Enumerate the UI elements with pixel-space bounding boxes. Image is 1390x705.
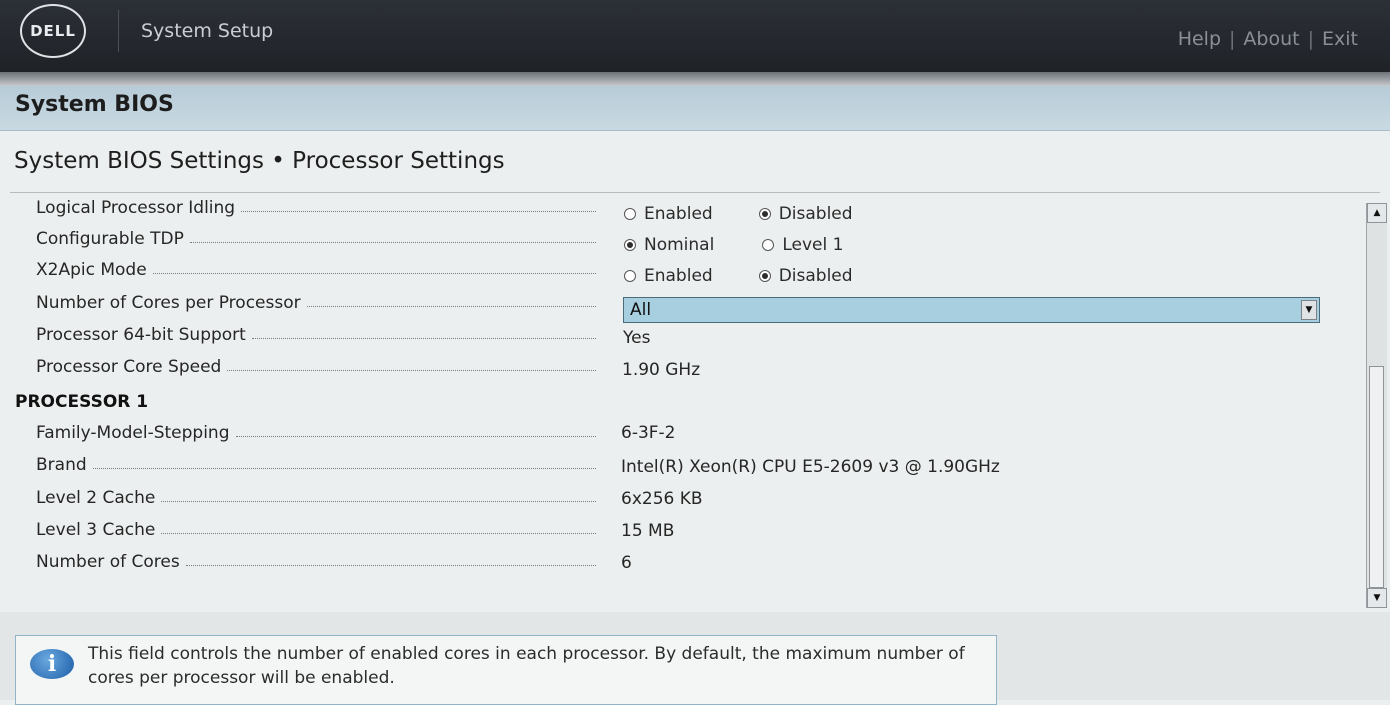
scroll-thumb[interactable] — [1369, 366, 1384, 588]
setting-value: Yes — [623, 328, 651, 348]
help-box: i This field controls the number of enab… — [15, 635, 997, 705]
breadcrumb-divider — [10, 192, 1380, 193]
setting-value: 1.90 GHz — [622, 360, 701, 380]
setting-row-brand: Brand Intel(R) Xeon(R) CPU E5-2609 v3 @ … — [0, 452, 1350, 482]
vertical-scrollbar[interactable]: ▲ ▼ — [1366, 203, 1387, 608]
setting-value: 6 — [621, 553, 632, 573]
settings-panel: Logical Processor Idling Enabled Disable… — [0, 195, 1365, 610]
help-text: This field controls the number of enable… — [88, 644, 965, 688]
dropdown-value: All — [630, 300, 652, 320]
tdp-level1-radio[interactable]: Level 1 — [762, 235, 843, 255]
setting-row-l3-cache: Level 3 Cache 15 MB — [0, 517, 1350, 547]
setting-value: 6x256 KB — [621, 489, 703, 509]
setting-value: 6-3F-2 — [621, 423, 676, 443]
processor1-heading: PROCESSOR 1 — [15, 392, 149, 412]
logical-idling-enabled-radio[interactable]: Enabled — [624, 204, 713, 224]
x2apic-disabled-radio[interactable]: Disabled — [758, 266, 853, 286]
radio-off-icon — [624, 208, 636, 220]
setting-row-x2apic: X2Apic Mode Enabled Disabled — [0, 257, 1350, 287]
top-bar: DELL System Setup Help | About | Exit — [0, 0, 1390, 72]
scroll-down-icon[interactable]: ▼ — [1367, 588, 1387, 608]
help-link[interactable]: Help — [1178, 28, 1221, 50]
setting-row-core-speed: Processor Core Speed 1.90 GHz — [0, 354, 1350, 384]
setting-label: Level 3 Cache — [36, 517, 596, 543]
radio-on-icon — [624, 239, 636, 251]
setting-label: Processor Core Speed — [36, 354, 596, 380]
setting-row-l2-cache: Level 2 Cache 6x256 KB — [0, 485, 1350, 515]
setting-label: Configurable TDP — [36, 226, 596, 252]
setting-row-logical-idling: Logical Processor Idling Enabled Disable… — [0, 195, 1350, 225]
dell-logo: DELL — [20, 4, 86, 58]
setting-label: Processor 64-bit Support — [36, 322, 596, 348]
x2apic-enabled-radio[interactable]: Enabled — [624, 266, 713, 286]
logical-idling-disabled-radio[interactable]: Disabled — [758, 204, 853, 224]
setting-label: Brand — [36, 452, 596, 478]
app-title: System Setup — [141, 20, 274, 42]
radio-off-icon — [762, 239, 775, 251]
tdp-radio-group: Nominal Level 1 — [624, 232, 843, 258]
tdp-nominal-radio[interactable]: Nominal — [624, 235, 714, 255]
section-title: System BIOS — [15, 92, 174, 117]
header-divider — [118, 10, 119, 52]
x2apic-radio-group: Enabled Disabled — [624, 263, 853, 289]
info-icon: i — [30, 649, 74, 679]
setting-row-number-of-cores: Number of Cores 6 — [0, 549, 1350, 579]
setting-row-family: Family-Model-Stepping 6-3F-2 — [0, 420, 1350, 450]
setting-value: Intel(R) Xeon(R) CPU E5-2609 v3 @ 1.90GH… — [621, 457, 1000, 477]
setting-label: Logical Processor Idling — [36, 195, 596, 221]
setting-label: X2Apic Mode — [36, 257, 596, 283]
cores-per-processor-dropdown[interactable]: All ▼ — [623, 297, 1320, 323]
section-header: System BIOS — [0, 86, 1390, 131]
link-separator: | — [1229, 28, 1236, 50]
breadcrumb: System BIOS Settings • Processor Setting… — [14, 148, 505, 174]
setting-label: Level 2 Cache — [36, 485, 596, 511]
exit-link[interactable]: Exit — [1322, 28, 1358, 50]
setting-row-configurable-tdp: Configurable TDP Nominal Level 1 — [0, 226, 1350, 256]
setting-value: 15 MB — [621, 521, 675, 541]
setting-row-64bit: Processor 64-bit Support Yes — [0, 322, 1350, 352]
chevron-down-icon[interactable]: ▼ — [1301, 300, 1317, 320]
logical-idling-radio-group: Enabled Disabled — [624, 201, 853, 227]
setting-label: Number of Cores per Processor — [36, 290, 596, 316]
link-separator: | — [1307, 28, 1315, 50]
scroll-up-icon[interactable]: ▲ — [1367, 203, 1387, 223]
about-link[interactable]: About — [1243, 28, 1299, 50]
header-shadow — [0, 72, 1390, 86]
setting-label: Number of Cores — [36, 549, 596, 575]
radio-off-icon — [624, 270, 636, 282]
radio-on-icon — [758, 208, 771, 220]
setting-label: Family-Model-Stepping — [36, 420, 596, 446]
radio-on-icon — [758, 270, 771, 282]
header-links: Help | About | Exit — [1178, 28, 1358, 50]
